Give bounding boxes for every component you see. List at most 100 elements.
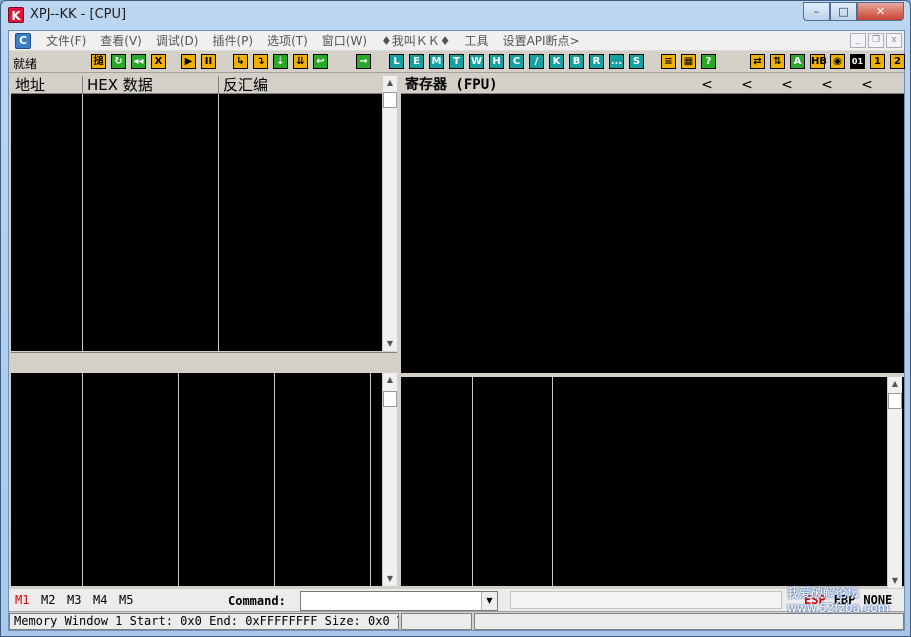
scroll-down-icon[interactable]: ▼ [888, 574, 902, 588]
memory-tab-m5[interactable]: M5 [119, 593, 133, 607]
registers-header: 寄存器 (FPU) < < < < < [401, 76, 904, 94]
references-icon[interactable]: R [589, 54, 604, 69]
pause-icon[interactable]: II [201, 54, 216, 69]
scroll-up-icon[interactable]: ▲ [383, 76, 397, 90]
column-divider [274, 373, 275, 586]
scroll-thumb[interactable] [383, 391, 397, 407]
handles-icon[interactable]: H [489, 54, 504, 69]
chevron-left-icon[interactable]: < [767, 76, 807, 94]
scroll-up-icon[interactable]: ▲ [888, 377, 902, 391]
memory-tab-m4[interactable]: M4 [93, 593, 107, 607]
mdi-restore-button[interactable]: ❐ [868, 33, 884, 48]
target-icon[interactable]: ◉ [830, 54, 845, 69]
swap-icon[interactable]: ⇄ [750, 54, 765, 69]
scroll-thumb[interactable] [888, 393, 902, 409]
registers-pane[interactable]: 寄存器 (FPU) < < < < < [401, 76, 904, 373]
scroll-thumb[interactable] [383, 92, 397, 108]
source-icon[interactable]: S [629, 54, 644, 69]
call-stack-icon[interactable]: K [549, 54, 564, 69]
registers-title[interactable]: 寄存器 (FPU) [401, 76, 701, 94]
ascii-icon[interactable]: A [790, 54, 805, 69]
trace-over-icon[interactable]: ⇊ [293, 54, 308, 69]
cpu-icon[interactable]: C [509, 54, 524, 69]
log-window-icon[interactable]: L [389, 54, 404, 69]
window-controls: – □ ✕ [803, 2, 904, 21]
app-logo-icon: K [8, 7, 24, 23]
column-divider [218, 94, 219, 351]
disassembly-pane[interactable]: 地址 HEX 数据 反汇编 ▲ ▼ [11, 76, 397, 351]
run-trace-icon[interactable]: ... [609, 54, 624, 69]
command-input[interactable]: ▼ [300, 591, 498, 611]
step-into-icon[interactable]: ↳ [233, 54, 248, 69]
list-icon[interactable]: ≡ [661, 54, 676, 69]
windows-icon[interactable]: W [469, 54, 484, 69]
stack-scrollbar[interactable]: ▲ ▼ [887, 377, 902, 588]
memory-tab-m3[interactable]: M3 [67, 593, 81, 607]
column-divider [82, 373, 83, 586]
cpu-window-icon[interactable]: C [15, 33, 31, 49]
horizontal-splitter[interactable] [11, 352, 397, 356]
disassembly-scrollbar[interactable]: ▲ ▼ [382, 76, 397, 351]
execute-till-return-icon[interactable]: ↩ [313, 54, 328, 69]
menu-item[interactable]: 设置API断点> [496, 33, 587, 49]
chevron-left-icon[interactable]: < [847, 76, 887, 94]
menu-item[interactable]: 窗口(W) [315, 33, 374, 49]
scroll-up-icon[interactable]: ▲ [383, 373, 397, 387]
binary-icon[interactable]: 01 [850, 54, 865, 69]
command-output-field [510, 591, 782, 609]
mdi-close-button[interactable]: x [886, 33, 902, 48]
goto-icon[interactable]: → [356, 54, 371, 69]
column-header-hex[interactable]: HEX 数据 [83, 76, 219, 94]
patches-icon[interactable]: / [529, 54, 544, 69]
chevron-left-icon[interactable]: < [727, 76, 767, 94]
column-divider [472, 377, 473, 586]
stack-pane[interactable]: ▲ ▼ [401, 375, 904, 588]
mdi-controls: _ ❐ x [850, 33, 902, 48]
breakpoints-icon[interactable]: B [569, 54, 584, 69]
title-bar[interactable]: K XPJ--KK - [CPU] – □ ✕ [1, 1, 910, 29]
column-header-address[interactable]: 地址 [11, 76, 83, 94]
menu-item[interactable]: 工具 [458, 33, 496, 49]
grid-icon[interactable]: ▦ [681, 54, 696, 69]
scroll-down-icon[interactable]: ▼ [383, 572, 397, 586]
memory-dump-pane[interactable]: ▲ ▼ [11, 373, 397, 586]
watermark: 我爱破解论坛 www.52fzba.com [787, 584, 889, 615]
menu-item[interactable]: 查看(V) [93, 33, 149, 49]
menu-item[interactable]: 调试(D) [149, 33, 206, 49]
trace-into-icon[interactable]: ⇣ [273, 54, 288, 69]
menu-item[interactable]: 插件(P) [205, 33, 260, 49]
chevron-left-icon[interactable]: < [807, 76, 847, 94]
chevron-down-icon[interactable]: ▼ [481, 592, 497, 610]
threads-icon[interactable]: T [449, 54, 464, 69]
scroll-down-icon[interactable]: ▼ [383, 337, 397, 351]
menu-item[interactable]: 文件(F) [39, 33, 93, 49]
minimize-button[interactable]: – [803, 2, 830, 21]
close-button[interactable]: ✕ [857, 2, 904, 21]
help-icon[interactable]: ? [701, 54, 716, 69]
menu-bar: C 文件(F) 查看(V) 调试(D) 插件(P) 选项(T) 窗口(W) ♦我叫ＫＫ♦ 工具… [9, 31, 904, 51]
chevron-left-icon[interactable]: < [687, 76, 727, 94]
memory-dump-scrollbar[interactable]: ▲ ▼ [382, 373, 397, 586]
memory-tab-m1[interactable]: M1 [15, 593, 29, 607]
mdi-minimize-button[interactable]: _ [850, 33, 866, 48]
executable-modules-icon[interactable]: E [409, 54, 424, 69]
hardware-breakpoints-icon[interactable]: HB [810, 54, 827, 69]
close-icon[interactable]: X [151, 54, 166, 69]
column-header-disassembly[interactable]: 反汇编 [219, 76, 383, 94]
one-icon[interactable]: 1 [870, 54, 885, 69]
menu-item[interactable]: 选项(T) [260, 33, 315, 49]
column-divider [552, 377, 553, 586]
sort-icon[interactable]: ⇅ [770, 54, 785, 69]
step-over-icon[interactable]: ↴ [253, 54, 268, 69]
maximize-button[interactable]: □ [830, 2, 857, 21]
menu-item[interactable]: ♦我叫ＫＫ♦ [374, 33, 458, 49]
column-divider [178, 373, 179, 586]
memory-map-icon[interactable]: M [429, 54, 444, 69]
watermark-line: 我爱破解论坛 [787, 586, 860, 600]
two-icon[interactable]: 2 [890, 54, 905, 69]
run-icon[interactable]: ▶ [181, 54, 196, 69]
trace-icon[interactable]: 搥 [91, 54, 106, 69]
memory-tab-m2[interactable]: M2 [41, 593, 55, 607]
rewind-icon[interactable]: ◂◂ [131, 54, 146, 69]
restart-icon[interactable]: ↻ [111, 54, 126, 69]
